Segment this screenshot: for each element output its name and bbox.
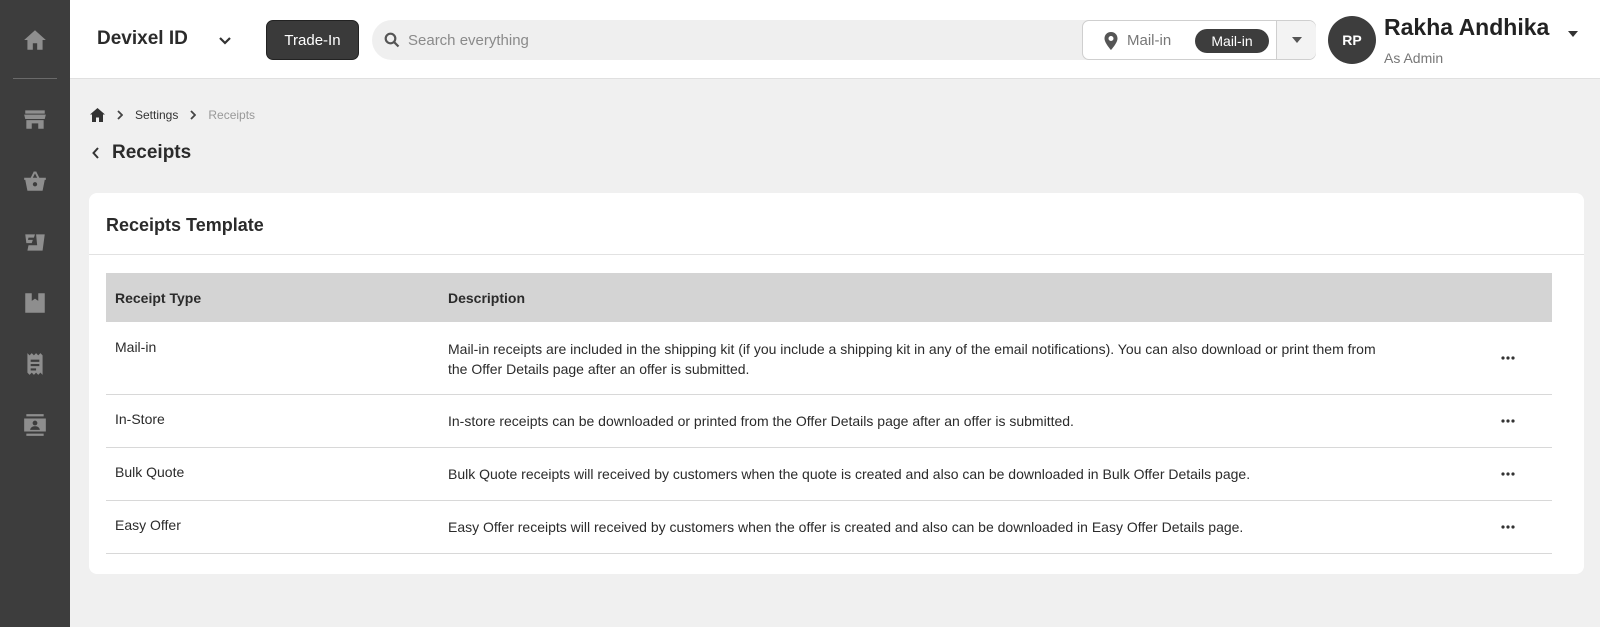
receipts-template-card: Receipts Template Receipt Type Descripti… (89, 193, 1584, 574)
more-horizontal-icon (1501, 356, 1515, 360)
breadcrumb: Settings Receipts (90, 106, 255, 124)
location-dropdown-toggle[interactable] (1277, 21, 1316, 59)
more-horizontal-icon (1501, 525, 1515, 529)
home-icon (90, 108, 105, 122)
page-title: Receipts (112, 142, 192, 163)
column-header-receipt-type: Receipt Type (115, 289, 202, 306)
row-actions-button[interactable] (1496, 517, 1520, 537)
receipt-type: Mail-in (115, 339, 157, 355)
search-icon (384, 32, 400, 48)
brand-switcher[interactable] (215, 30, 235, 50)
chevron-right-icon (117, 110, 123, 120)
home-icon (24, 30, 46, 50)
user-role: As Admin (1384, 50, 1444, 66)
table-header: Receipt Type Description (106, 273, 1552, 322)
breadcrumb-settings[interactable]: Settings (135, 108, 178, 122)
avatar[interactable]: RP (1328, 16, 1376, 64)
search-bar (372, 20, 1140, 60)
sidebar-item-store[interactable] (0, 99, 70, 139)
receipt-type: Easy Offer (115, 517, 181, 533)
contact-card-icon (24, 414, 46, 436)
sidebar-item-delivery[interactable] (0, 222, 70, 262)
receipt-description: Easy Offer receipts will received by cus… (448, 519, 1244, 535)
user-menu-toggle[interactable] (1568, 24, 1578, 37)
back-button[interactable] (92, 147, 100, 159)
receipt-description: In-store receipts can be downloaded or p… (448, 413, 1074, 429)
card-divider (89, 254, 1584, 255)
more-horizontal-icon (1501, 419, 1515, 423)
breadcrumb-home[interactable] (90, 108, 105, 122)
chevron-down-icon (219, 37, 231, 45)
location-label: Mail-in (1127, 32, 1172, 49)
sidebar-item-receipts[interactable] (0, 344, 70, 384)
sidebar-item-contacts[interactable] (0, 405, 70, 445)
inventory-icon (25, 293, 45, 313)
table-row: In-Store In-store receipts can be downlo… (106, 395, 1552, 448)
location-value-pill[interactable]: Mail-in (1195, 29, 1269, 53)
receipts-table: Receipt Type Description Mail-in Mail-in… (106, 273, 1552, 554)
basket-icon (24, 171, 46, 191)
chevron-left-icon (92, 147, 99, 159)
receipt-description: Mail-in receipts are included in the shi… (448, 341, 1376, 377)
row-actions-button[interactable] (1496, 411, 1520, 431)
location-selector[interactable]: Mail-in Mail-in (1082, 20, 1316, 60)
page-header: Receipts (92, 142, 191, 164)
top-bar: Devixel ID Trade-In Mail-in Mail-in RP R… (70, 0, 1600, 79)
location-pin-icon (1103, 32, 1119, 50)
caret-down-icon (1568, 31, 1578, 37)
sidebar-item-inventory[interactable] (0, 283, 70, 323)
receipt-type: Bulk Quote (115, 464, 185, 480)
row-actions-button[interactable] (1496, 348, 1520, 368)
receipt-icon (27, 353, 43, 375)
table-row: Bulk Quote Bulk Quote receipts will rece… (106, 448, 1552, 501)
receipt-description: Bulk Quote receipts will received by cus… (448, 466, 1251, 482)
table-row: Easy Offer Easy Offer receipts will rece… (106, 501, 1552, 554)
table-row: Mail-in Mail-in receipts are included in… (106, 322, 1552, 395)
breadcrumb-current: Receipts (208, 108, 256, 122)
card-title: Receipts Template (106, 215, 264, 235)
sidebar (0, 0, 70, 627)
receipt-type: In-Store (115, 411, 165, 427)
user-name[interactable]: Rakha Andhika (1384, 14, 1549, 41)
more-horizontal-icon (1501, 472, 1515, 476)
sidebar-divider (13, 78, 57, 79)
sidebar-item-home[interactable] (0, 20, 70, 60)
search-input[interactable] (408, 20, 1128, 60)
trade-in-button[interactable]: Trade-In (266, 20, 359, 60)
row-actions-button[interactable] (1496, 464, 1520, 484)
delivery-icon (25, 234, 45, 251)
chevron-right-icon (190, 110, 197, 120)
sidebar-item-basket[interactable] (0, 161, 70, 201)
caret-down-icon (1291, 37, 1302, 43)
column-header-description: Description (448, 289, 526, 306)
brand-name: Devixel ID (97, 28, 188, 49)
store-icon (24, 110, 46, 129)
